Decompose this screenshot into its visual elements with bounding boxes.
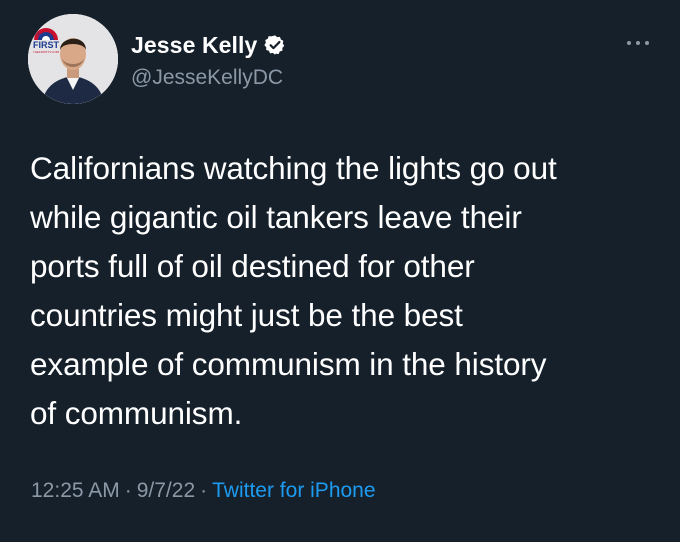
avatar-image: THE FIRST THEFIRSTTV.COM (28, 14, 118, 104)
meta-separator: · (200, 479, 208, 502)
tweet-text: Californians watching the lights go out … (30, 150, 557, 431)
verified-badge-icon (264, 34, 286, 56)
more-options-icon[interactable] (624, 36, 652, 50)
tweet-card: THE FIRST THEFIRSTTV.COM Jesse Kelly @Je… (0, 0, 680, 542)
author-identity: Jesse Kelly @JesseKellyDC (131, 30, 286, 90)
name-row: Jesse Kelly (131, 30, 286, 60)
tweet-time[interactable]: 12:25 AM (31, 479, 120, 502)
tweet-meta: 12:25 AM · 9/7/22 · Twitter for iPhone (31, 479, 376, 503)
tweet-header: THE FIRST THEFIRSTTV.COM Jesse Kelly @Je… (28, 14, 656, 106)
avatar-badge-the: THE (37, 32, 45, 37)
user-handle[interactable]: @JesseKellyDC (131, 66, 286, 90)
display-name[interactable]: Jesse Kelly (131, 32, 257, 59)
tweet-date[interactable]: 9/7/22 (137, 479, 195, 502)
avatar-badge-first: FIRST (33, 40, 60, 50)
meta-separator: · (124, 479, 132, 502)
avatar-badge-url: THEFIRSTTV.COM (33, 50, 60, 54)
tweet-source-link[interactable]: Twitter for iPhone (212, 479, 375, 502)
avatar[interactable]: THE FIRST THEFIRSTTV.COM (28, 14, 118, 104)
